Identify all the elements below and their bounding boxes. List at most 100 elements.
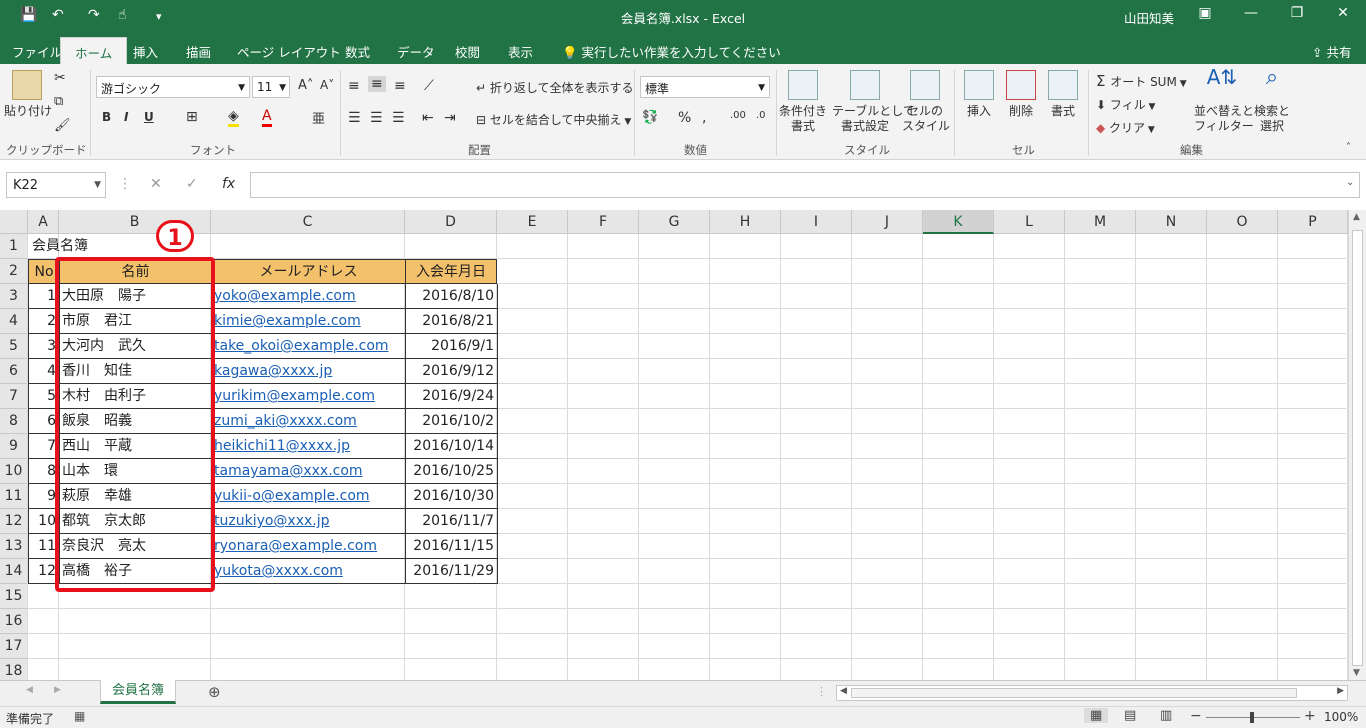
phonetic-icon[interactable]: 亜 <box>312 108 325 127</box>
row-header-17[interactable]: 17 <box>0 634 28 659</box>
sheet-tab-members[interactable]: 会員名簿 <box>100 680 176 704</box>
vertical-scrollbar[interactable]: ▲ ▼ <box>1348 210 1366 680</box>
column-header-i[interactable]: I <box>781 210 852 234</box>
zoom-slider-thumb[interactable] <box>1250 712 1254 723</box>
column-header-p[interactable]: P <box>1278 210 1348 234</box>
align-right-icon[interactable]: ☰ <box>392 110 405 126</box>
row-header-1[interactable]: 1 <box>0 234 28 259</box>
row-header-7[interactable]: 7 <box>0 384 28 409</box>
column-header-c[interactable]: C <box>211 210 405 234</box>
select-all-corner[interactable] <box>0 210 28 234</box>
cell-join-date[interactable]: 2016/11/29 <box>405 559 498 584</box>
fill-color-icon[interactable]: ◈ <box>228 108 239 127</box>
column-header-l[interactable]: L <box>994 210 1065 234</box>
cancel-entry-icon[interactable]: ✕ <box>150 176 162 192</box>
scroll-left-icon[interactable]: ◀ <box>840 686 847 696</box>
prev-sheet-icon[interactable]: ◀ <box>26 685 33 695</box>
cell-join-date[interactable]: 2016/10/25 <box>405 459 498 484</box>
tab-review[interactable]: 校閲 <box>455 42 480 61</box>
copy-icon[interactable]: ⧉ <box>54 94 63 109</box>
row-header-9[interactable]: 9 <box>0 434 28 459</box>
row-header-5[interactable]: 5 <box>0 334 28 359</box>
row-header-16[interactable]: 16 <box>0 609 28 634</box>
header-email[interactable]: メールアドレス <box>211 259 406 284</box>
border-icon[interactable]: ⊞ <box>186 109 198 125</box>
cell-email[interactable]: yukii-o@example.com <box>211 484 406 509</box>
zoom-level[interactable]: 100% <box>1324 710 1358 724</box>
wrap-text-button[interactable]: ↵ 折り返して全体を表示する <box>476 79 634 96</box>
email-link[interactable]: yurikim@example.com <box>214 388 375 404</box>
align-top-icon[interactable]: ≡ <box>348 78 360 94</box>
column-header-d[interactable]: D <box>405 210 497 234</box>
row-header-3[interactable]: 3 <box>0 284 28 309</box>
tab-data[interactable]: データ <box>397 42 435 61</box>
font-color-icon[interactable]: A <box>262 108 272 127</box>
cell-join-date[interactable]: 2016/8/21 <box>405 309 498 334</box>
conditional-format-button[interactable]: 条件付き 書式 <box>778 70 828 134</box>
h-scroll-thumb[interactable] <box>851 688 1297 698</box>
align-bottom-icon[interactable]: ≡ <box>394 78 406 94</box>
close-icon[interactable]: ✕ <box>1328 5 1358 21</box>
scroll-right-icon[interactable]: ▶ <box>1337 686 1344 696</box>
macro-record-icon[interactable]: ▦ <box>74 709 85 723</box>
cell-join-date[interactable]: 2016/11/15 <box>405 534 498 559</box>
increase-decimal-icon[interactable]: .00 <box>730 110 746 121</box>
indent-icon[interactable]: ⇥ <box>444 110 456 126</box>
column-header-f[interactable]: F <box>568 210 639 234</box>
italic-button[interactable]: I <box>124 110 128 124</box>
format-as-table-button[interactable]: テーブルとして 書式設定 <box>832 70 915 134</box>
email-link[interactable]: yoko@example.com <box>214 288 356 304</box>
row-header-13[interactable]: 13 <box>0 534 28 559</box>
cell-join-date[interactable]: 2016/10/2 <box>405 409 498 434</box>
cell-email[interactable]: ryonara@example.com <box>211 534 406 559</box>
horizontal-scrollbar[interactable]: ◀ ▶ <box>836 685 1348 701</box>
confirm-entry-icon[interactable]: ✓ <box>186 176 198 192</box>
page-break-view-icon[interactable]: ▥ <box>1160 708 1172 723</box>
scroll-up-icon[interactable]: ▲ <box>1353 212 1360 222</box>
email-link[interactable]: kimie@example.com <box>214 313 361 329</box>
increase-font-icon[interactable]: A˄ <box>298 78 313 93</box>
clear-button[interactable]: ◆ クリア ▼ <box>1096 119 1155 136</box>
format-cells-button[interactable]: 書式 <box>1044 70 1082 119</box>
find-select-button[interactable]: ⌕ 検索と 選択 <box>1252 67 1292 134</box>
column-header-k[interactable]: K <box>923 210 994 234</box>
page-layout-view-icon[interactable]: ▤ <box>1124 708 1136 723</box>
insert-cells-button[interactable]: 挿入 <box>960 70 998 119</box>
next-sheet-icon[interactable]: ▶ <box>54 685 61 695</box>
font-size-select[interactable]: 11 ▼ <box>252 76 290 98</box>
spreadsheet-grid[interactable]: ABCDEFGHIJKLMNOP 1 2 3 4 5 6 7 8 9 10 11 12 13 14 15 16… <box>0 210 1366 684</box>
row-header-4[interactable]: 4 <box>0 309 28 334</box>
paste-button[interactable]: 貼り付け <box>4 70 52 119</box>
sort-filter-button[interactable]: A⇅ 並べ替えと フィルター <box>1194 67 1254 134</box>
cell-email[interactable]: yukota@xxxx.com <box>211 559 406 584</box>
email-link[interactable]: yukota@xxxx.com <box>214 563 343 579</box>
add-sheet-icon[interactable]: ⊕ <box>208 683 221 701</box>
tab-view[interactable]: 表示 <box>508 42 533 61</box>
row-header-11[interactable]: 11 <box>0 484 28 509</box>
currency-icon[interactable]: 💱 <box>642 110 658 125</box>
row-header-8[interactable]: 8 <box>0 409 28 434</box>
column-header-g[interactable]: G <box>639 210 710 234</box>
email-link[interactable]: kagawa@xxxx.jp <box>214 363 332 379</box>
cell-join-date[interactable]: 2016/9/24 <box>405 384 498 409</box>
cell-email[interactable]: kimie@example.com <box>211 309 406 334</box>
tab-formulas[interactable]: 数式 <box>345 42 370 61</box>
email-link[interactable]: take_okoi@example.com <box>214 338 389 354</box>
cell-email[interactable]: heikichi11@xxxx.jp <box>211 434 406 459</box>
underline-button[interactable]: U <box>144 110 154 124</box>
email-link[interactable]: ryonara@example.com <box>214 538 377 554</box>
number-format-select[interactable]: 標準 ▼ <box>640 76 770 98</box>
minimize-icon[interactable]: — <box>1236 5 1266 21</box>
row-header-15[interactable]: 15 <box>0 584 28 609</box>
comma-icon[interactable]: , <box>702 110 706 126</box>
cell-email[interactable]: zumi_aki@xxxx.com <box>211 409 406 434</box>
align-middle-icon[interactable]: ≡ <box>368 76 386 92</box>
decrease-decimal-icon[interactable]: .0 <box>756 110 766 121</box>
email-link[interactable]: tamayama@xxx.com <box>214 463 363 479</box>
autosum-button[interactable]: Σ オート SUM ▼ <box>1096 72 1187 90</box>
row-header-10[interactable]: 10 <box>0 459 28 484</box>
outdent-icon[interactable]: ⇤ <box>422 110 434 126</box>
tab-draw[interactable]: 描画 <box>186 42 211 61</box>
tab-page-layout[interactable]: ページ レイアウト <box>237 42 341 61</box>
cell-email[interactable]: yurikim@example.com <box>211 384 406 409</box>
